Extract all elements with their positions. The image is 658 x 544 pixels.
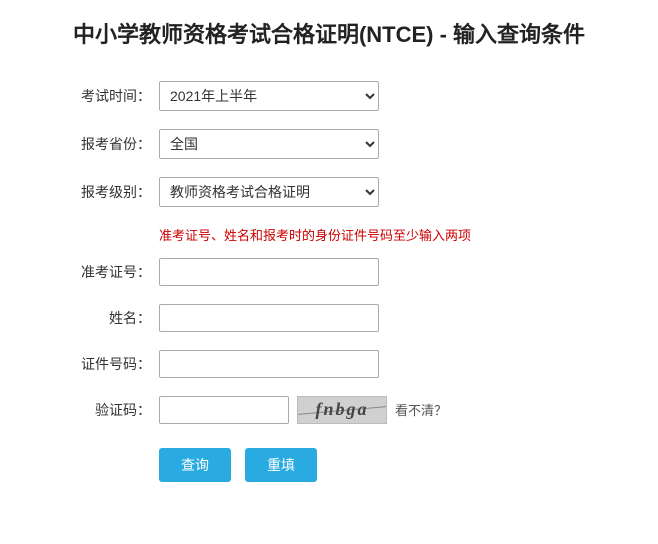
captcha-group: fnbga 看不清？: [159, 396, 447, 424]
name-input[interactable]: [159, 304, 379, 332]
query-button[interactable]: 查询: [159, 448, 231, 482]
id-number-label: 证件号码: [69, 354, 159, 374]
captcha-label: 验证码: [69, 400, 159, 420]
captcha-input[interactable]: [159, 396, 289, 424]
province-select[interactable]: 全国 北京 上海 广东 浙江: [159, 129, 379, 159]
exam-number-row: 准考证号: [69, 258, 589, 286]
form-area: 考试时间 2021年上半年 2020年下半年 2020年上半年 2019年下半年…: [69, 81, 589, 482]
captcha-text: fnbga: [315, 399, 368, 420]
captcha-refresh[interactable]: 看不清？: [395, 400, 447, 419]
name-row: 姓名: [69, 304, 589, 332]
id-number-row: 证件号码: [69, 350, 589, 378]
name-label: 姓名: [69, 308, 159, 328]
captcha-image[interactable]: fnbga: [297, 396, 387, 424]
exam-time-label: 考试时间: [69, 86, 159, 106]
province-row: 报考省份 全国 北京 上海 广东 浙江: [69, 129, 589, 159]
exam-number-label: 准考证号: [69, 262, 159, 282]
button-row: 查询 重填: [159, 448, 589, 482]
exam-number-input[interactable]: [159, 258, 379, 286]
exam-time-row: 考试时间 2021年上半年 2020年下半年 2020年上半年 2019年下半年…: [69, 81, 589, 111]
reset-button[interactable]: 重填: [245, 448, 317, 482]
page-container: 中小学教师资格考试合格证明(NTCE) - 输入查询条件 考试时间 2021年上…: [0, 0, 658, 544]
level-select[interactable]: 教师资格考试合格证明 幼儿园 小学 初中 高中: [159, 177, 379, 207]
captcha-row: 验证码 fnbga 看不清？: [69, 396, 589, 424]
level-label: 报考级别: [69, 182, 159, 202]
id-number-input[interactable]: [159, 350, 379, 378]
exam-time-select[interactable]: 2021年上半年 2020年下半年 2020年上半年 2019年下半年 2019…: [159, 81, 379, 111]
page-title: 中小学教师资格考试合格证明(NTCE) - 输入查询条件: [30, 20, 628, 51]
level-row: 报考级别 教师资格考试合格证明 幼儿园 小学 初中 高中: [69, 177, 589, 207]
province-label: 报考省份: [69, 134, 159, 154]
error-message: 准考证号、姓名和报考时的身份证件号码至少输入两项: [159, 225, 589, 244]
